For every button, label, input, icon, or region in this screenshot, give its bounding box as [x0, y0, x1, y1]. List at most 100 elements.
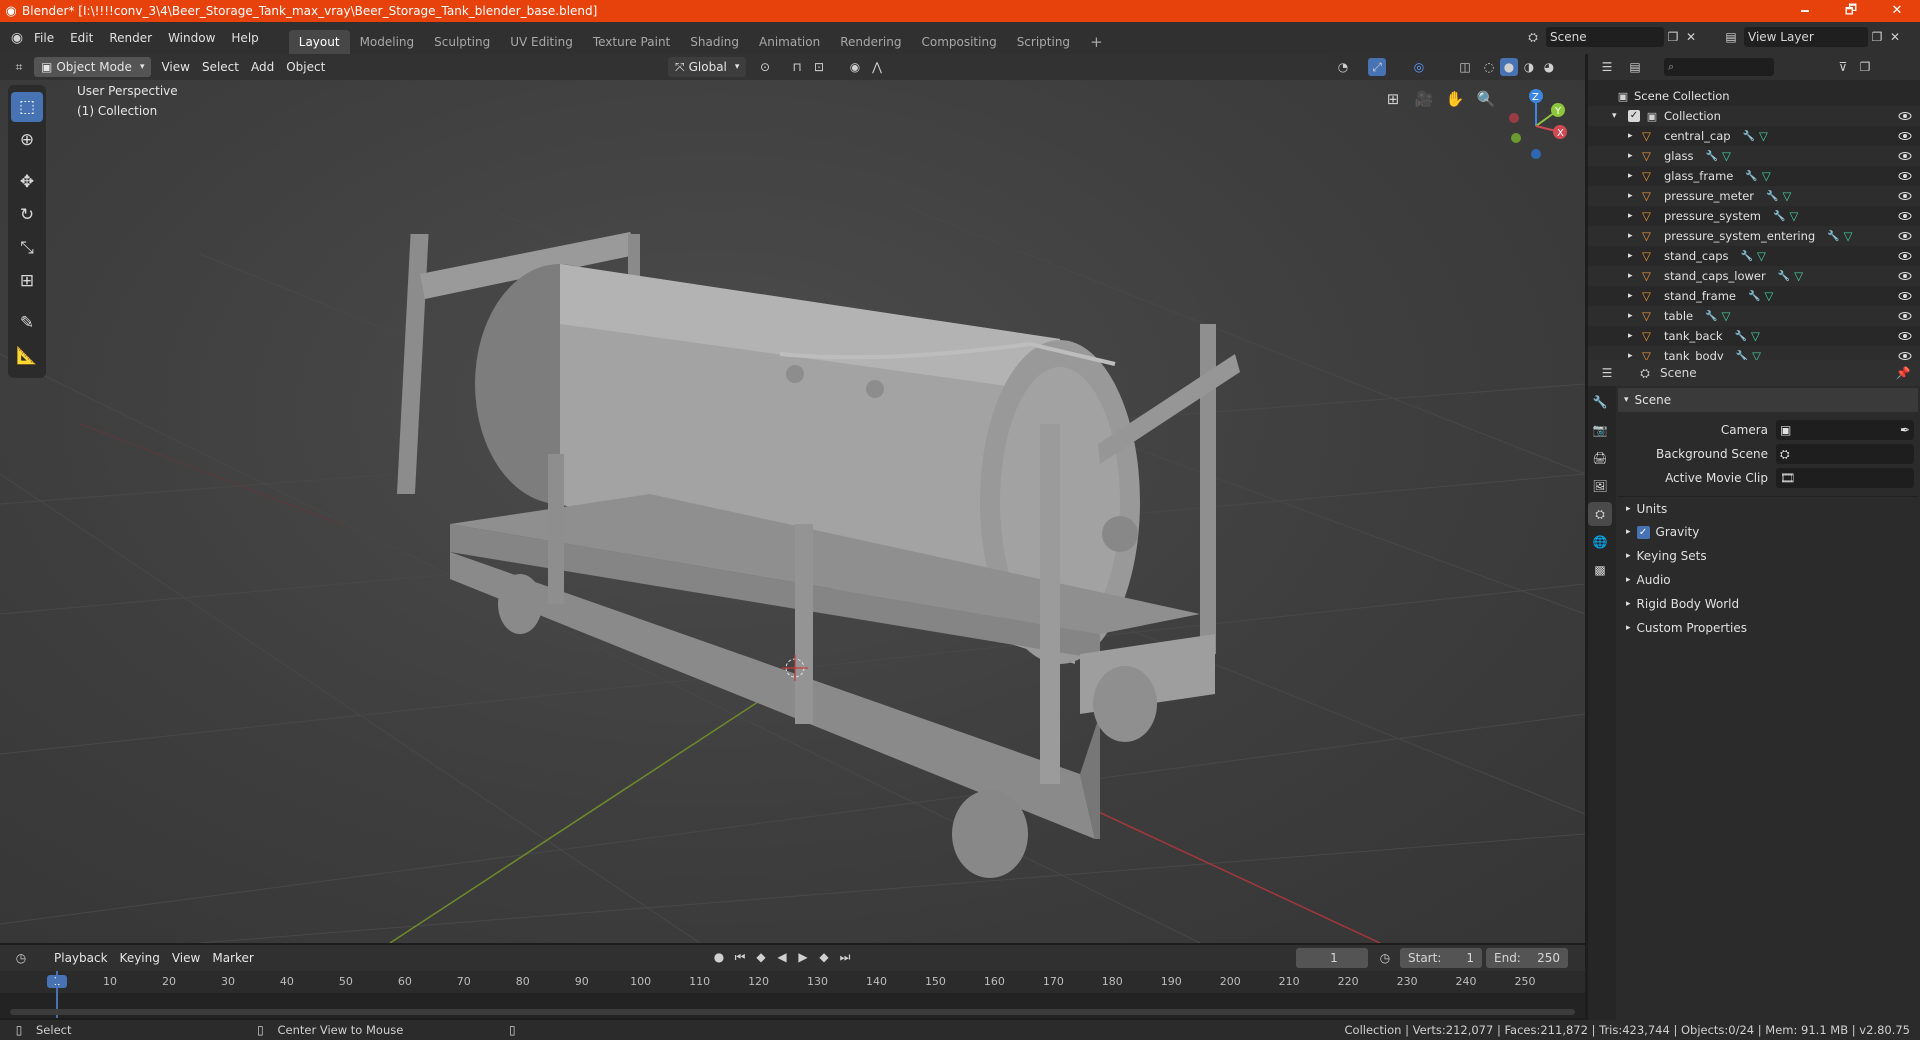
- gravity-section[interactable]: ▸ ✓ Gravity: [1618, 520, 1918, 544]
- record-icon[interactable]: ●: [710, 948, 728, 966]
- menu-help[interactable]: Help: [223, 27, 266, 49]
- world-tab-icon[interactable]: 🌐: [1588, 530, 1612, 554]
- scene-name-field[interactable]: Scene: [1546, 27, 1664, 47]
- menu-window[interactable]: Window: [160, 27, 223, 49]
- eye-icon[interactable]: [1898, 309, 1912, 323]
- 3d-viewport[interactable]: ⌗ ▣ Object Mode ▾ View Select Add Object…: [0, 54, 1585, 943]
- tab-shading[interactable]: Shading: [680, 30, 749, 54]
- camera-view-icon[interactable]: 🎥: [1411, 86, 1437, 112]
- toggle-grid-view-icon[interactable]: ⊞: [1380, 86, 1406, 112]
- mesh-data-icon[interactable]: ▽: [1782, 189, 1791, 203]
- jump-end-icon[interactable]: ⏭: [836, 948, 854, 966]
- expand-arrow-icon[interactable]: ▸: [1628, 171, 1642, 181]
- rigid-body-world-section[interactable]: ▸ Rigid Body World: [1618, 592, 1918, 616]
- eye-icon[interactable]: [1898, 289, 1912, 303]
- filter-icon[interactable]: ⊽: [1834, 58, 1852, 76]
- expand-arrow-icon[interactable]: ▸: [1628, 271, 1642, 281]
- gravity-checkbox[interactable]: ✓: [1636, 525, 1650, 539]
- modifier-wrench-icon[interactable]: 🔧: [1748, 291, 1760, 302]
- expand-arrow-icon[interactable]: ▾: [1612, 111, 1626, 121]
- outliner-object-row[interactable]: ▸ ▽ tank_back 🔧 ▽: [1588, 326, 1920, 346]
- pan-view-hand-icon[interactable]: ✋: [1442, 86, 1468, 112]
- view-layer-tab-icon[interactable]: 🖼: [1588, 474, 1612, 498]
- menu-edit[interactable]: Edit: [62, 27, 101, 49]
- snap-target-icon[interactable]: ⊡: [810, 58, 828, 76]
- tab-texture-paint[interactable]: Texture Paint: [583, 30, 680, 54]
- mesh-data-icon[interactable]: ▽: [1762, 169, 1771, 183]
- new-collection-icon[interactable]: ❐: [1856, 58, 1874, 76]
- tab-uv-editing[interactable]: UV Editing: [500, 30, 583, 54]
- menu-keying[interactable]: Keying: [114, 948, 166, 968]
- checkbox-icon[interactable]: ✓: [1628, 110, 1640, 122]
- start-frame-field[interactable]: Start: 1: [1400, 948, 1482, 968]
- mesh-data-icon[interactable]: ▽: [1722, 309, 1731, 323]
- play-icon[interactable]: ▶: [794, 948, 812, 966]
- expand-arrow-icon[interactable]: ▸: [1628, 131, 1642, 141]
- falloff-icon[interactable]: ⋀: [868, 58, 886, 76]
- delete-scene-icon[interactable]: ✕: [1682, 28, 1700, 46]
- overlay-toggle-icon[interactable]: ◎: [1410, 58, 1428, 76]
- blender-menu-icon[interactable]: ◉: [8, 29, 26, 47]
- output-tab-icon[interactable]: 🖨: [1588, 446, 1612, 470]
- outliner-object-row[interactable]: ▸ ▽ central_cap 🔧 ▽: [1588, 126, 1920, 146]
- prev-keyframe-icon[interactable]: ◆: [752, 948, 770, 966]
- expand-arrow-icon[interactable]: ▸: [1628, 151, 1642, 161]
- modifier-wrench-icon[interactable]: 🔧: [1705, 311, 1717, 322]
- xray-toggle-icon[interactable]: ◫: [1456, 58, 1474, 76]
- scene-selector[interactable]: ⛭ Scene ❐ ✕: [1524, 27, 1700, 47]
- modifier-wrench-icon[interactable]: 🔧: [1766, 191, 1778, 202]
- view-layer-name-field[interactable]: View Layer: [1744, 27, 1868, 47]
- mesh-data-icon[interactable]: ▽: [1794, 269, 1803, 283]
- expand-arrow-icon[interactable]: ▸: [1628, 191, 1642, 201]
- audio-section[interactable]: ▸ Audio: [1618, 568, 1918, 592]
- measure-tool-icon[interactable]: 📐: [11, 341, 43, 371]
- expand-arrow-icon[interactable]: ▸: [1628, 251, 1642, 261]
- eye-icon[interactable]: [1898, 129, 1912, 143]
- cursor-tool-icon[interactable]: ⊕: [11, 125, 43, 155]
- gizmo-toggle-icon[interactable]: ⤢: [1368, 58, 1386, 76]
- texture-tab-icon[interactable]: ▩: [1588, 558, 1612, 582]
- outliner-object-row[interactable]: ▸ ▽ stand_frame 🔧 ▽: [1588, 286, 1920, 306]
- rotate-tool-icon[interactable]: ↻: [11, 200, 43, 230]
- modifier-wrench-icon[interactable]: 🔧: [1743, 131, 1755, 142]
- menu-object[interactable]: Object: [280, 57, 331, 77]
- beer-storage-tank-model[interactable]: [396, 232, 1240, 878]
- maximize-button[interactable]: 🗗: [1828, 0, 1874, 22]
- new-view-layer-icon[interactable]: ❐: [1868, 28, 1886, 46]
- outliner-object-row[interactable]: ▸ ▽ pressure_system_entering 🔧 ▽: [1588, 226, 1920, 246]
- current-frame-field[interactable]: 1: [1296, 948, 1368, 968]
- mesh-data-icon[interactable]: ▽: [1759, 129, 1768, 143]
- wireframe-shading-icon[interactable]: ◌: [1480, 58, 1498, 76]
- mesh-data-icon[interactable]: ▽: [1789, 209, 1798, 223]
- mode-selector[interactable]: ▣ Object Mode ▾: [34, 57, 152, 77]
- modifier-wrench-icon[interactable]: 🔧: [1735, 331, 1747, 342]
- eye-icon[interactable]: [1898, 149, 1912, 163]
- outliner-object-row[interactable]: ▸ ▽ pressure_system 🔧 ▽: [1588, 206, 1920, 226]
- expand-arrow-icon[interactable]: ▸: [1628, 231, 1642, 241]
- solid-shading-icon[interactable]: ●: [1500, 58, 1518, 76]
- menu-select[interactable]: Select: [196, 57, 245, 77]
- scale-tool-icon[interactable]: ⤡: [11, 233, 43, 263]
- proportional-edit-icon[interactable]: ◉: [846, 58, 864, 76]
- next-keyframe-icon[interactable]: ◆: [815, 948, 833, 966]
- outliner-object-row[interactable]: ▸ ▽ stand_caps 🔧 ▽: [1588, 246, 1920, 266]
- material-shading-icon[interactable]: ◑: [1520, 58, 1538, 76]
- timeline-area[interactable]: 1102030405060708090100110120130140150160…: [0, 971, 1585, 1018]
- keying-sets-section[interactable]: ▸ Keying Sets: [1618, 544, 1918, 568]
- collection-row[interactable]: ▾ ✓ ▣ Collection: [1588, 106, 1920, 126]
- custom-properties-section[interactable]: ▸ Custom Properties: [1618, 616, 1918, 640]
- select-box-tool-icon[interactable]: ⬚: [11, 92, 43, 122]
- navigation-gizmo[interactable]: Z Y X: [1500, 82, 1580, 162]
- snap-icon[interactable]: ⊓: [788, 58, 806, 76]
- rendered-shading-icon[interactable]: ◕: [1540, 58, 1558, 76]
- tool-tab-icon[interactable]: 🔧: [1588, 390, 1612, 414]
- mesh-data-icon[interactable]: ▽: [1764, 289, 1773, 303]
- timeline-editor-type-icon[interactable]: ◷: [12, 949, 30, 967]
- mesh-data-icon[interactable]: ▽: [1751, 329, 1760, 343]
- eye-icon[interactable]: [1898, 209, 1912, 223]
- modifier-wrench-icon[interactable]: 🔧: [1773, 211, 1785, 222]
- view-layer-selector[interactable]: ▤ View Layer ❐ ✕: [1722, 27, 1904, 47]
- scene-tab-icon[interactable]: ⛭: [1588, 502, 1612, 526]
- display-mode-icon[interactable]: ▤: [1626, 58, 1644, 76]
- transform-tool-icon[interactable]: ⊞: [11, 266, 43, 296]
